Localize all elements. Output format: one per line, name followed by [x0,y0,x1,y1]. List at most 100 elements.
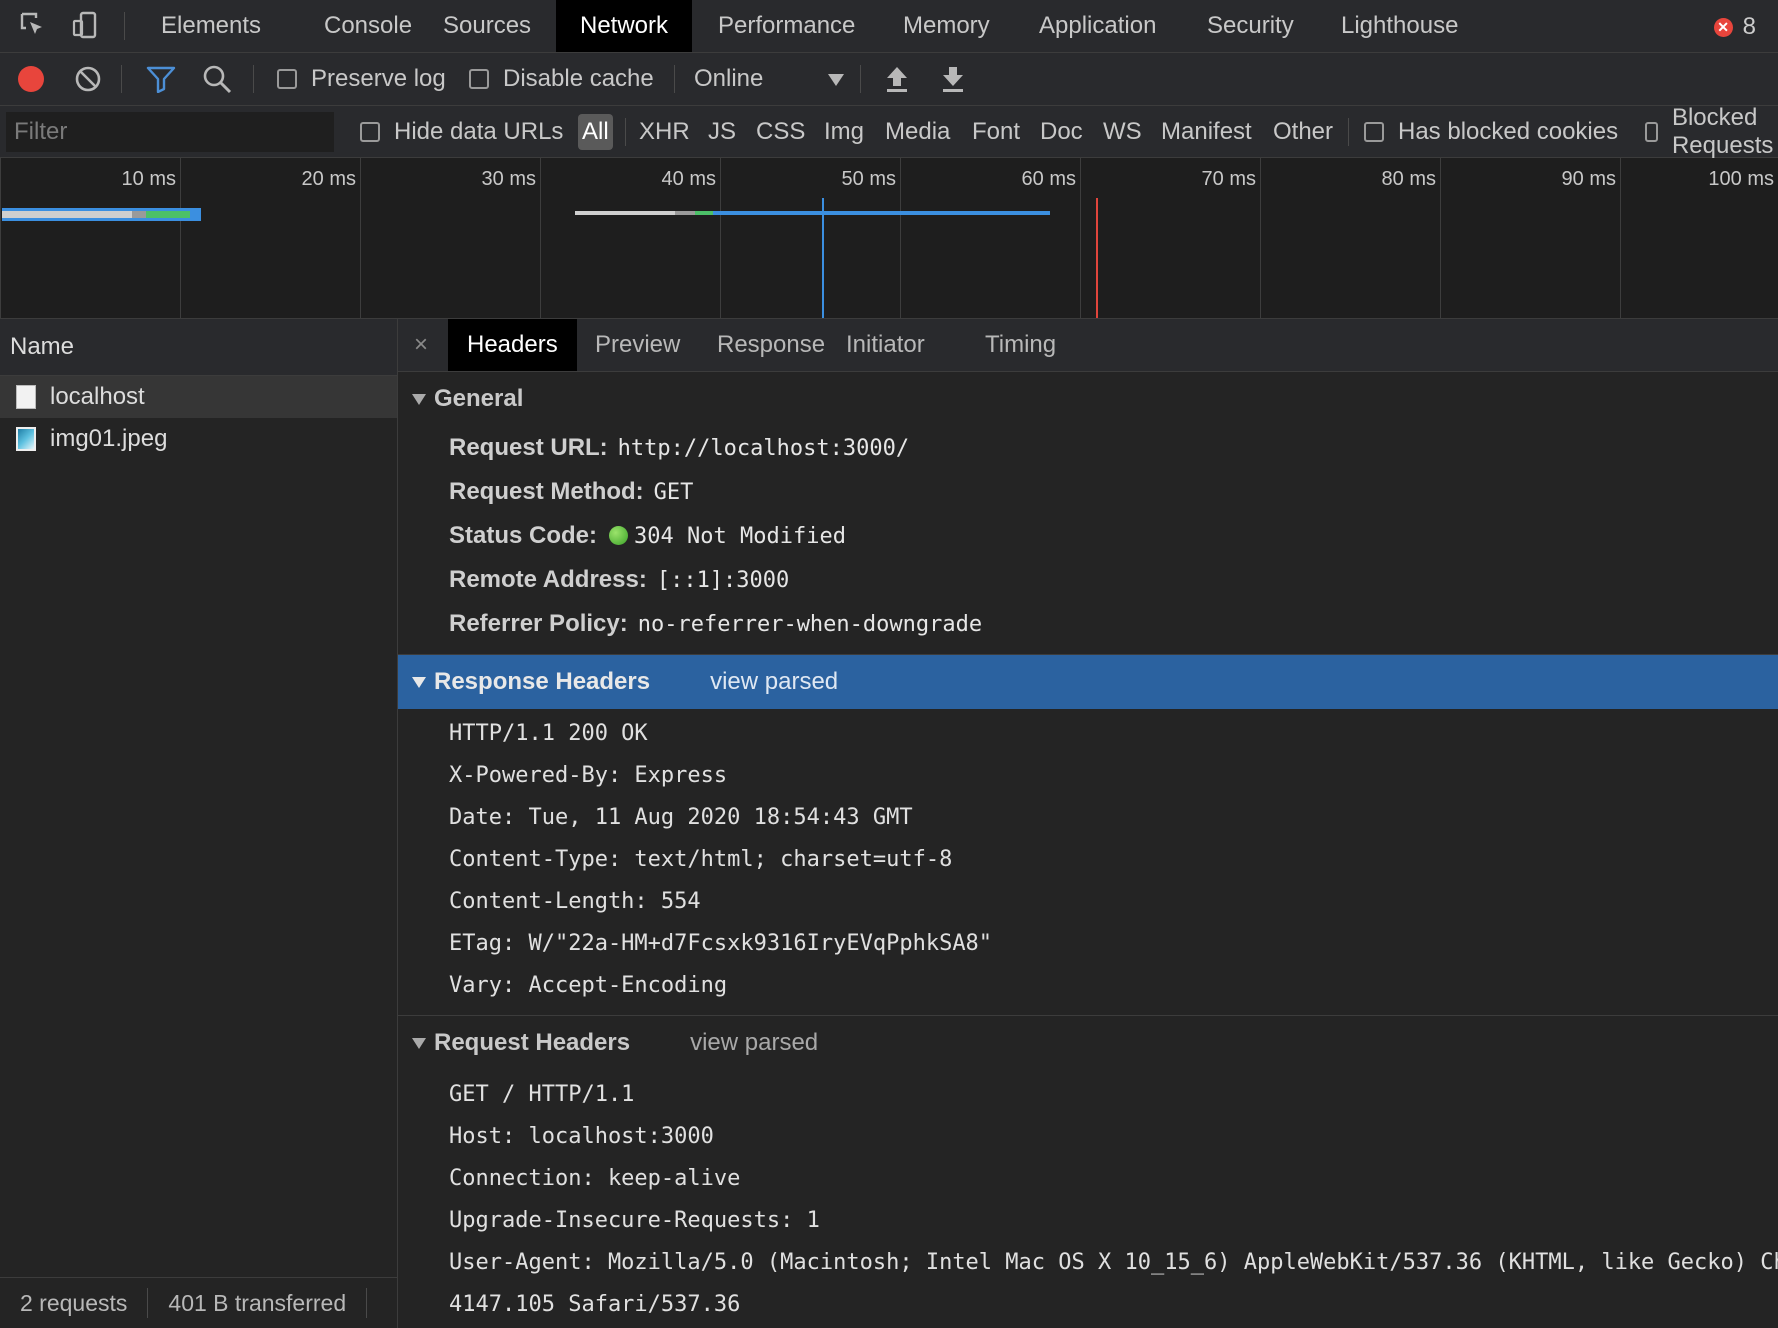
filter-type-xhr[interactable]: XHR [639,106,690,157]
tab-preview[interactable]: Preview [576,319,699,371]
blocked-requests-label: Blocked Requests [1671,103,1774,159]
response-headers-section-header[interactable]: Response Headers view parsed [398,655,1778,709]
preserve-log-label: Preserve log [311,65,446,92]
filter-type-img[interactable]: Img [824,106,864,157]
download-icon [943,67,963,92]
record-button[interactable] [18,53,44,105]
filter-input[interactable] [6,112,334,152]
has-blocked-cookies-checkbox[interactable]: Has blocked cookies [1364,106,1618,157]
network-toolbar: Preserve log Disable cache Online [0,53,1778,106]
referrer-policy-row: Referrer Policy: no-referrer-when-downgra… [398,602,1778,646]
view-parsed-link[interactable]: view parsed [690,1029,818,1057]
time-tick: 70 ms [1201,168,1256,190]
time-tick: 20 ms [301,168,356,190]
expand-triangle-icon [412,676,426,688]
tab-network[interactable]: Network [556,0,693,52]
tab-memory[interactable]: Memory [879,0,1014,52]
request-headers-section-header[interactable]: Request Headers view parsed [398,1016,1778,1070]
referrer-policy-label: Referrer Policy: [449,610,628,637]
request-row[interactable]: localhost [0,376,397,418]
image-file-icon [16,427,36,451]
response-headers-section: Response Headers view parsed HTTP/1.1 20… [398,655,1778,1007]
filter-type-font[interactable]: Font [972,106,1020,157]
device-toolbar-icon[interactable] [70,10,100,40]
tab-initiator[interactable]: Initiator [827,319,944,371]
filter-type-ws[interactable]: WS [1103,106,1142,157]
filter-toggle-button[interactable] [146,53,176,105]
tab-headers[interactable]: Headers [448,319,577,371]
filter-type-other[interactable]: Other [1273,106,1333,157]
tab-performance[interactable]: Performance [694,0,879,52]
devtools-tab-bar: Elements Console Sources Network Perform… [0,0,1778,53]
tab-console[interactable]: Console [300,0,436,52]
request-list: Name localhost img01.jpeg 2 requests 401… [0,319,398,1328]
tab-security[interactable]: Security [1183,0,1318,52]
request-header-line: Upgrade-Insecure-Requests: 1 [449,1208,820,1233]
view-parsed-link[interactable]: view parsed [710,668,838,696]
search-button[interactable] [202,53,232,105]
tab-elements[interactable]: Elements [137,0,285,52]
tab-response[interactable]: Response [698,319,844,371]
request-header-line: Connection: keep-alive [449,1166,741,1191]
request-bar-img01 [575,211,1050,215]
tab-timing[interactable]: Timing [966,319,1075,371]
request-header-line: 4147.105 Safari/537.36 [449,1292,741,1317]
general-section: General Request URL: http://localhost:300… [398,372,1778,646]
filter-type-doc[interactable]: Doc [1040,106,1083,157]
details-tab-bar: × Headers Preview Response Initiator Tim… [398,319,1778,372]
request-header-line: Host: localhost:3000 [449,1124,714,1149]
response-header-line: X-Powered-By: Express [449,763,728,788]
status-ok-icon [609,526,629,545]
dom-content-loaded-marker [822,198,824,318]
response-header-line: Vary: Accept-Encoding [449,973,728,998]
response-header-line: Content-Type: text/html; charset=utf-8 [449,847,953,872]
name-column-header[interactable]: Name [0,319,397,376]
filter-bar: Hide data URLs All XHR JS CSS Img Media … [0,103,1778,159]
hide-data-urls-label: Hide data URLs [394,117,564,145]
time-tick: 80 ms [1381,168,1436,190]
export-har-button[interactable] [940,53,966,105]
expand-triangle-icon [412,393,426,405]
time-tick: 50 ms [841,168,896,190]
clear-button[interactable] [74,53,102,105]
network-overview-timeline[interactable]: 10 ms 20 ms 30 ms 40 ms 50 ms 60 ms 70 m… [0,158,1778,319]
divider [124,12,125,40]
response-header-line: ETag: W/"22a-HM+d7Fcsxk9316IryEVqPphkSA8… [449,931,993,956]
error-count: 8 [1742,13,1756,40]
import-har-button[interactable] [884,53,910,105]
filter-type-media[interactable]: Media [885,106,950,157]
status-code-label: Status Code: [449,522,598,549]
request-row[interactable]: img01.jpeg [0,418,397,460]
filter-type-css[interactable]: CSS [756,106,805,157]
inspect-element-icon[interactable] [18,10,48,40]
time-tick: 60 ms [1021,168,1076,190]
error-counter[interactable]: ✕ 8 [1713,13,1756,41]
preserve-log-checkbox[interactable]: Preserve log [277,53,446,105]
filter-type-manifest[interactable]: Manifest [1161,106,1252,157]
general-title: General [434,385,524,412]
close-icon[interactable]: × [414,319,428,371]
tab-application[interactable]: Application [1015,0,1180,52]
status-code-value: 304 Not Modified [634,524,846,549]
filter-type-all[interactable]: All [578,114,613,150]
hide-data-urls-checkbox[interactable]: Hide data URLs [360,106,563,157]
chevron-down-icon [828,74,844,86]
checkbox-box [469,69,489,89]
general-section-header[interactable]: General [398,372,1778,426]
request-name: localhost [50,383,145,410]
record-icon [18,66,44,92]
time-tick: 10 ms [121,168,176,190]
tab-lighthouse[interactable]: Lighthouse [1317,0,1482,52]
request-header-line: User-Agent: Mozilla/5.0 (Macintosh; Inte… [449,1250,1778,1275]
disable-cache-label: Disable cache [503,65,654,92]
blocked-requests-checkbox[interactable]: Blocked Requests [1645,103,1778,159]
checkbox-box [1364,121,1384,142]
time-tick: 90 ms [1561,168,1616,190]
throttling-select[interactable]: Online [694,53,844,105]
tab-sources[interactable]: Sources [419,0,555,52]
network-summary-bar: 2 requests 401 B transferred [0,1277,397,1328]
disable-cache-checkbox[interactable]: Disable cache [469,53,654,105]
filter-type-js[interactable]: JS [708,106,736,157]
search-icon [203,65,232,94]
request-headers-title: Request Headers [434,1029,631,1056]
